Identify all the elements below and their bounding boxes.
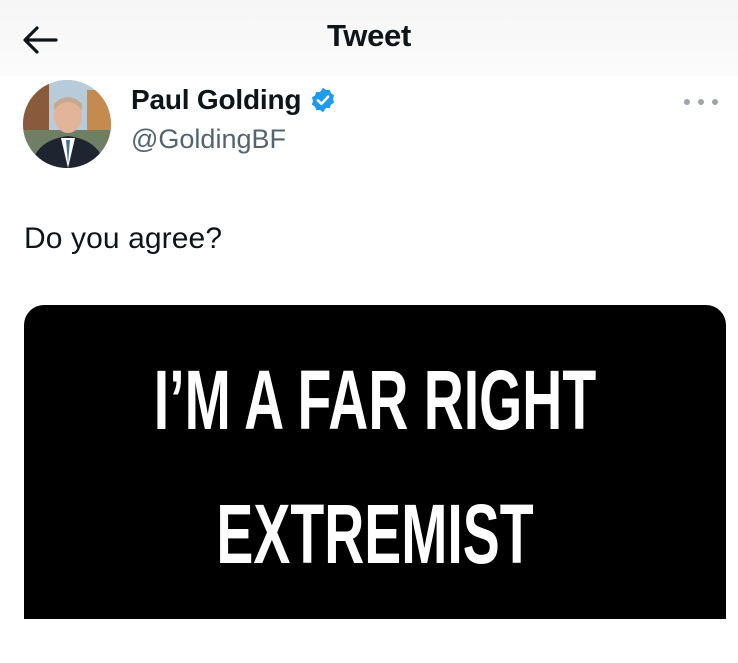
more-options-button[interactable] bbox=[684, 92, 718, 112]
page-title: Tweet bbox=[326, 18, 412, 53]
author-handle[interactable]: @GoldingBF bbox=[131, 124, 286, 155]
tweet-media-image[interactable]: I’M A FAR RIGHT EXTREMIST bbox=[24, 305, 726, 619]
author-display-name[interactable]: Paul Golding bbox=[131, 84, 301, 116]
more-horizontal-icon bbox=[684, 99, 690, 105]
tweet-author: Paul Golding @GoldingBF bbox=[23, 80, 718, 170]
avatar-photo bbox=[23, 80, 111, 168]
avatar[interactable] bbox=[23, 80, 111, 168]
tweet-text: Do you agree? bbox=[24, 222, 223, 255]
tweet-header: Tweet bbox=[0, 0, 738, 76]
verified-badge-icon bbox=[312, 87, 335, 113]
media-text-line1: I’M A FAR RIGHT bbox=[154, 355, 596, 448]
media-text-line2: EXTREMIST bbox=[216, 489, 533, 582]
